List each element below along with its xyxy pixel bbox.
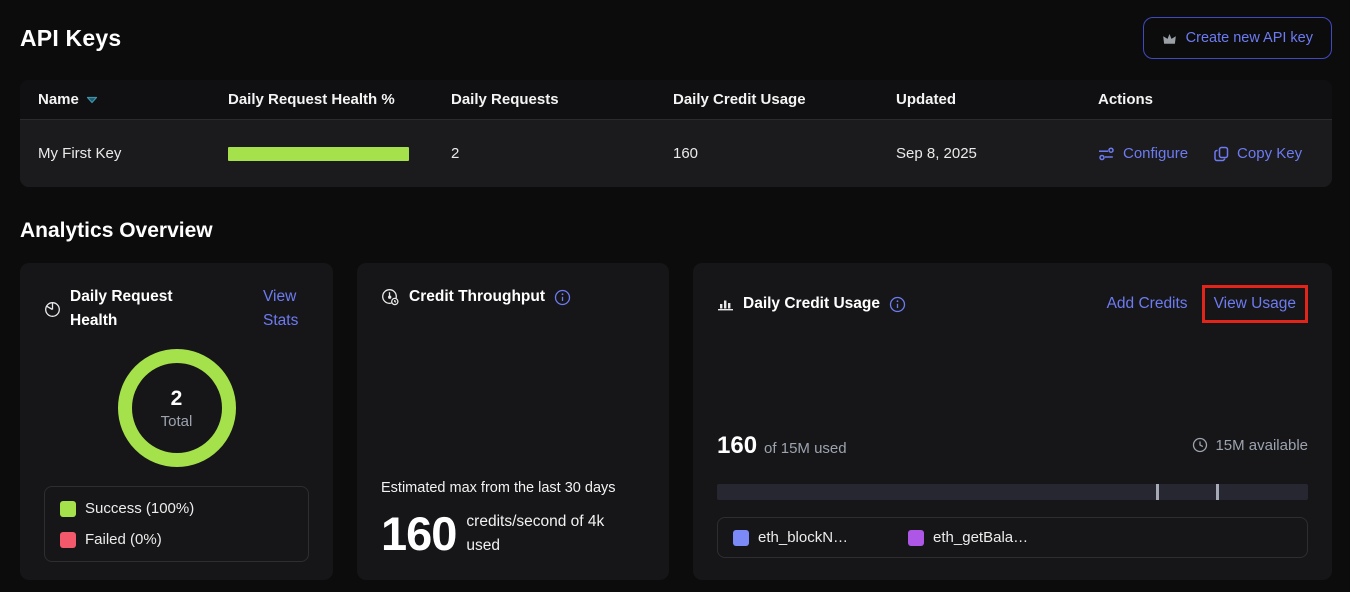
legend-item-eth-blocknumber: eth_blockN… <box>733 529 848 546</box>
daily-credit-usage-value: 160 <box>673 145 896 162</box>
actions-cell: Configure Copy Key <box>1098 145 1332 162</box>
table-header-row: Name Daily Request Health % Daily Reques… <box>20 80 1332 120</box>
sort-chevron-down-icon[interactable] <box>86 96 98 104</box>
column-updated: Updated <box>896 91 1098 108</box>
dashboard-page: API Keys Create new API key Name Daily R… <box>0 0 1350 592</box>
eth-blocknumber-swatch <box>733 530 749 546</box>
usage-used-value: 160 <box>717 432 757 460</box>
clock-icon <box>1192 437 1208 453</box>
usage-used: 160 of 15M used <box>717 432 847 460</box>
copy-key-link[interactable]: Copy Key <box>1214 145 1302 162</box>
topbar: API Keys Create new API key <box>20 16 1332 60</box>
throughput-stat: 160 credits/second of 4k used <box>381 510 645 558</box>
usage-header-links: Add Credits View Usage <box>1107 285 1308 323</box>
health-bar-cell <box>228 147 451 161</box>
throughput-card-title: Credit Throughput <box>409 285 545 309</box>
usage-card-header: Daily Credit Usage Add Credits View Usag… <box>717 285 1308 323</box>
gauge-icon <box>381 288 400 306</box>
health-bar <box>228 147 409 161</box>
annotation-highlight-box: View Usage <box>1202 285 1308 323</box>
legend-item-eth-getbalance: eth_getBala… <box>908 529 1028 546</box>
throughput-note: Estimated max from the last 30 days <box>381 480 645 496</box>
usage-card-title: Daily Credit Usage <box>743 292 880 316</box>
usage-used-caption: of 15M used <box>764 440 847 457</box>
column-daily-credit-usage: Daily Credit Usage <box>673 91 896 108</box>
usage-available-caption: 15M available <box>1215 437 1308 454</box>
view-usage-link[interactable]: View Usage <box>1214 295 1296 312</box>
page-title: API Keys <box>20 25 121 52</box>
usage-bar-marker <box>1216 484 1219 500</box>
updated-value: Sep 8, 2025 <box>896 145 1098 162</box>
usage-progress-bar <box>717 484 1308 500</box>
create-api-key-label: Create new API key <box>1186 30 1313 46</box>
column-actions: Actions <box>1098 91 1332 108</box>
health-card-title: Daily Request Health <box>70 285 188 333</box>
health-donut-chart: 2 Total <box>44 349 309 467</box>
health-card-header: Daily Request Health View Stats <box>44 285 309 333</box>
legend-item-failed: Failed (0%) <box>60 531 293 548</box>
donut-total-value: 2 <box>171 387 183 411</box>
sliders-icon <box>1098 147 1115 161</box>
failed-swatch <box>60 532 76 548</box>
crown-icon <box>1162 32 1177 45</box>
credit-throughput-card: Credit Throughput Estimated max from the… <box>357 263 669 580</box>
info-icon[interactable] <box>554 289 571 306</box>
success-swatch <box>60 501 76 517</box>
column-health: Daily Request Health % <box>228 91 451 108</box>
analytics-heading: Analytics Overview <box>20 219 1332 243</box>
donut-total-label: Total <box>161 413 193 430</box>
usage-stats-row: 160 of 15M used 15M available <box>717 432 1308 460</box>
daily-request-health-card: Daily Request Health View Stats 2 Total … <box>20 263 333 580</box>
pie-chart-icon <box>44 301 61 318</box>
key-name: My First Key <box>38 145 228 162</box>
column-name[interactable]: Name <box>38 91 228 108</box>
api-keys-table: Name Daily Request Health % Daily Reques… <box>20 80 1332 187</box>
legend-item-success: Success (100%) <box>60 500 293 517</box>
info-icon[interactable] <box>889 296 906 313</box>
usage-available: 15M available <box>1192 437 1308 454</box>
column-daily-requests: Daily Requests <box>451 91 673 108</box>
eth-getbalance-swatch <box>908 530 924 546</box>
table-row: My First Key 2 160 Sep 8, 2025 Configure <box>20 120 1332 187</box>
health-legend: Success (100%) Failed (0%) <box>44 486 309 562</box>
throughput-card-header: Credit Throughput <box>381 285 645 309</box>
daily-credit-usage-card: Daily Credit Usage Add Credits View Usag… <box>693 263 1332 580</box>
usage-legend: eth_blockN… eth_getBala… <box>717 517 1308 558</box>
throughput-value: 160 <box>381 510 456 557</box>
usage-bar-marker <box>1156 484 1159 500</box>
create-api-key-button[interactable]: Create new API key <box>1143 17 1332 59</box>
copy-icon <box>1214 146 1229 162</box>
analytics-cards: Daily Request Health View Stats 2 Total … <box>20 263 1332 580</box>
bar-chart-icon <box>717 296 734 312</box>
view-stats-link[interactable]: View Stats <box>263 285 309 333</box>
throughput-unit: credits/second of 4k used <box>466 510 626 558</box>
configure-link[interactable]: Configure <box>1098 145 1188 162</box>
add-credits-link[interactable]: Add Credits <box>1107 292 1188 316</box>
donut-ring: 2 Total <box>118 349 236 467</box>
daily-requests-value: 2 <box>451 145 673 162</box>
